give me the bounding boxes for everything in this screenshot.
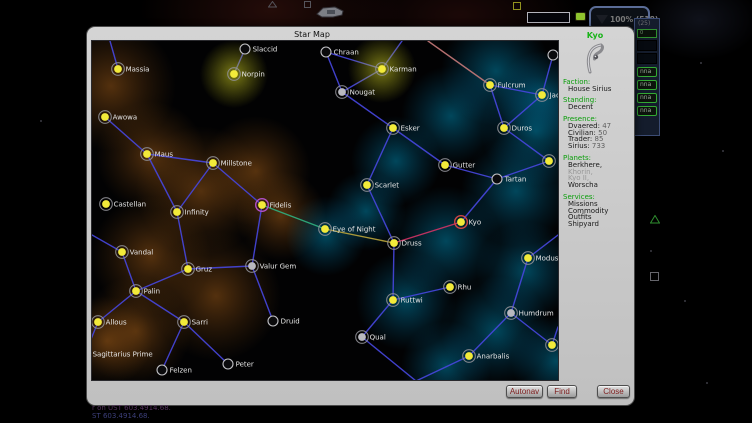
dialog-title: Star Map: [87, 30, 537, 39]
map-system-label: Norpin: [242, 70, 265, 78]
map-system-peter[interactable]: [223, 359, 233, 369]
hud-green-led: [575, 12, 586, 21]
hud-square-marker-icon: [650, 272, 659, 281]
background-star: [684, 300, 686, 302]
map-system-label: Ruttwi: [401, 296, 423, 304]
map-system-label: Tartan: [504, 175, 527, 183]
map-system-topright[interactable]: [548, 50, 558, 60]
message-log-line: ST 603.4914.68.: [92, 412, 150, 420]
system-info-panel: Kyo Faction: House Sirius Standing: Dece…: [559, 29, 631, 228]
map-system-label: Sarri: [192, 318, 208, 326]
hud-weapon-button[interactable]: nna: [637, 80, 657, 90]
target-square-icon: [513, 2, 521, 10]
map-system-label: Duros: [512, 124, 533, 132]
map-system-label: Karman: [390, 65, 417, 73]
map-system-label: Qual: [370, 333, 386, 341]
map-system-label: Eye of Night: [333, 225, 376, 233]
overlay-square-icon: [304, 1, 311, 8]
faction-value: House Sirius: [563, 86, 631, 93]
map-system-label: Awowa: [113, 113, 138, 121]
map-system-label: Gruz: [196, 265, 213, 273]
map-system-label: Peter: [236, 360, 254, 368]
map-system-label: Allous: [106, 318, 127, 326]
map-system-label: Esker: [401, 124, 420, 132]
map-system-label: Felzen: [170, 366, 192, 374]
map-system-label: Humdrum: [519, 309, 554, 317]
background-star: [650, 250, 652, 252]
planet-name: Worscha: [563, 182, 631, 189]
map-system-castellan[interactable]: [100, 198, 113, 211]
star-map-view[interactable]: Massia Slaccid Norpin Chraan Karman Nougat Awo…: [91, 40, 559, 381]
autonav-button[interactable]: Autonav: [506, 385, 543, 398]
background-star: [40, 120, 42, 122]
map-system-felzen[interactable]: [157, 365, 167, 375]
standing-value: Decent: [563, 104, 631, 111]
player-ship-sprite: [315, 3, 345, 21]
house-sirius-emblem-icon: [582, 42, 608, 74]
hud-weapon-slot: [637, 40, 657, 51]
presence-row: Sirius: 733: [563, 143, 631, 150]
map-system-slaccid[interactable]: [240, 44, 250, 54]
hud-weapon-button[interactable]: nna: [637, 67, 657, 77]
map-system-label: Chraan: [334, 48, 359, 56]
map-system-chraan[interactable]: [321, 47, 331, 57]
map-system-label: Jac: [549, 91, 558, 99]
map-system-nougat[interactable]: [336, 86, 349, 99]
map-system-label: Scarlet: [375, 181, 400, 189]
hud-ammo-counter: (25): [636, 20, 658, 27]
map-system-label: Castellan: [114, 200, 147, 208]
map-system-label: Vandal: [130, 248, 154, 256]
map-system-label: Millstone: [221, 159, 252, 167]
background-star: [706, 382, 708, 384]
message-log-line: r on UST 603.4914.68.: [92, 404, 171, 412]
star-map-dialog: Star Map Massia Slaccid Norpin Chraan Karman…: [86, 26, 635, 406]
map-system-label: Kyo: [469, 218, 482, 226]
hud-weapon-button[interactable]: nna: [637, 93, 657, 103]
map-system-label: Maus: [155, 150, 174, 158]
hud-weapon-panel: (25) 0 nna nna nna nna: [634, 18, 660, 136]
selected-system-name: Kyo: [559, 33, 631, 40]
close-button[interactable]: Close: [597, 385, 630, 398]
background-star: [722, 150, 724, 152]
find-button[interactable]: Find: [547, 385, 577, 398]
map-system-label: Palin: [144, 287, 161, 295]
hyperlane: [393, 243, 394, 300]
hud-input-bar: [527, 12, 570, 23]
map-system-qual[interactable]: [356, 331, 369, 344]
service-name: Shipyard: [563, 221, 631, 228]
speed-arrow-icon: [596, 15, 608, 24]
map-system-label: Fidelis: [270, 201, 292, 209]
map-system-label: Nougat: [350, 88, 376, 96]
background-star: [700, 62, 702, 64]
map-system-label: Massia: [126, 65, 150, 73]
map-system-label: Druss: [402, 239, 422, 247]
map-system-druid[interactable]: [268, 316, 278, 326]
map-system-label: Gutter: [453, 161, 476, 169]
map-system-label: Infinity: [185, 208, 209, 216]
map-system-label: Slaccid: [253, 45, 278, 53]
game-screen: 100% (518) (25) 0 nnannannanna r on UST …: [0, 0, 752, 423]
map-system-label: Modus M: [536, 254, 558, 262]
hud-weapon-slot: [637, 53, 657, 64]
map-system-label: Rhu: [458, 283, 472, 291]
hud-weapon-button[interactable]: nna: [637, 106, 657, 116]
map-system-label: Valur Gem: [260, 262, 297, 270]
map-system-label: Sagittarius Prime: [93, 350, 153, 358]
hud-ammo-box: 0: [637, 29, 657, 38]
overlay-triangle-icon: [268, 1, 277, 8]
hud-triangle-marker-icon: [650, 215, 660, 224]
map-system-label: Druid: [281, 317, 300, 325]
map-system-tartan[interactable]: [492, 174, 502, 184]
map-system-label: Anarbalis: [477, 352, 510, 360]
map-system-label: Fulcrum: [498, 81, 526, 89]
